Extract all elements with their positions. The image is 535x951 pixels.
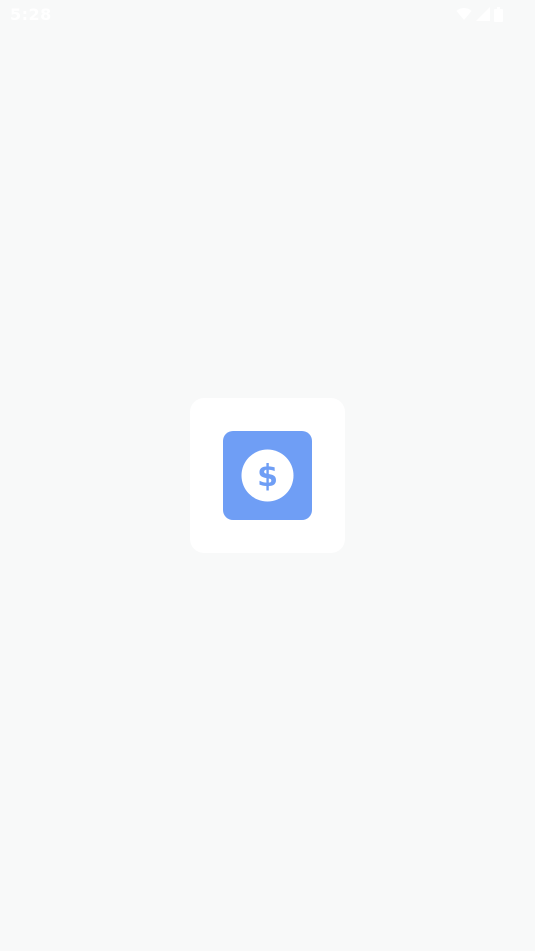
splash-card: $ (190, 398, 345, 553)
status-icons (456, 6, 503, 22)
battery-icon (494, 6, 503, 22)
signal-icon (476, 7, 490, 21)
app-logo: $ (223, 431, 312, 520)
status-time: 5:28 (10, 5, 52, 24)
dollar-coin-icon: $ (223, 431, 312, 520)
status-bar: 5:28 (0, 0, 535, 30)
svg-text:$: $ (257, 459, 278, 494)
wifi-icon (456, 7, 472, 21)
